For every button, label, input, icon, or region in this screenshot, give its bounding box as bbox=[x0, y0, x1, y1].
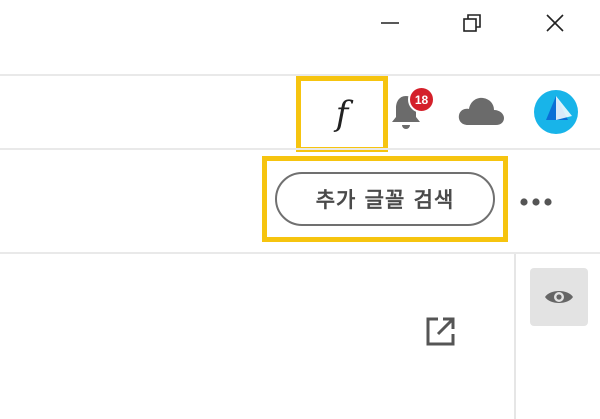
cloud-icon bbox=[458, 97, 504, 125]
close-icon bbox=[546, 14, 564, 32]
divider-toolbar bbox=[0, 148, 600, 150]
font-icon: f bbox=[335, 94, 349, 134]
visibility-toggle-button[interactable] bbox=[530, 268, 588, 326]
open-external-button[interactable] bbox=[424, 314, 458, 348]
more-horizontal-icon bbox=[520, 198, 552, 206]
cloud-sync-button[interactable] bbox=[456, 93, 506, 129]
minimize-icon bbox=[381, 22, 399, 24]
notification-count-badge: 18 bbox=[408, 86, 435, 113]
restore-icon bbox=[463, 14, 481, 32]
open-external-icon bbox=[426, 317, 455, 346]
minimize-button[interactable] bbox=[368, 3, 412, 43]
search-more-fonts-button[interactable]: 추가 글꼴 검색 bbox=[275, 172, 495, 226]
window-title-bar bbox=[0, 0, 600, 75]
restore-button[interactable] bbox=[450, 3, 494, 43]
avatar-icon bbox=[534, 90, 578, 134]
eye-icon bbox=[545, 291, 573, 303]
more-options-button[interactable] bbox=[514, 188, 558, 216]
fonts-button[interactable]: f bbox=[296, 76, 388, 152]
divider-search bbox=[0, 252, 600, 254]
panel-divider bbox=[514, 254, 516, 419]
user-avatar[interactable] bbox=[534, 90, 578, 134]
close-button[interactable] bbox=[533, 3, 577, 43]
search-fonts-highlight: 추가 글꼴 검색 bbox=[262, 156, 508, 242]
